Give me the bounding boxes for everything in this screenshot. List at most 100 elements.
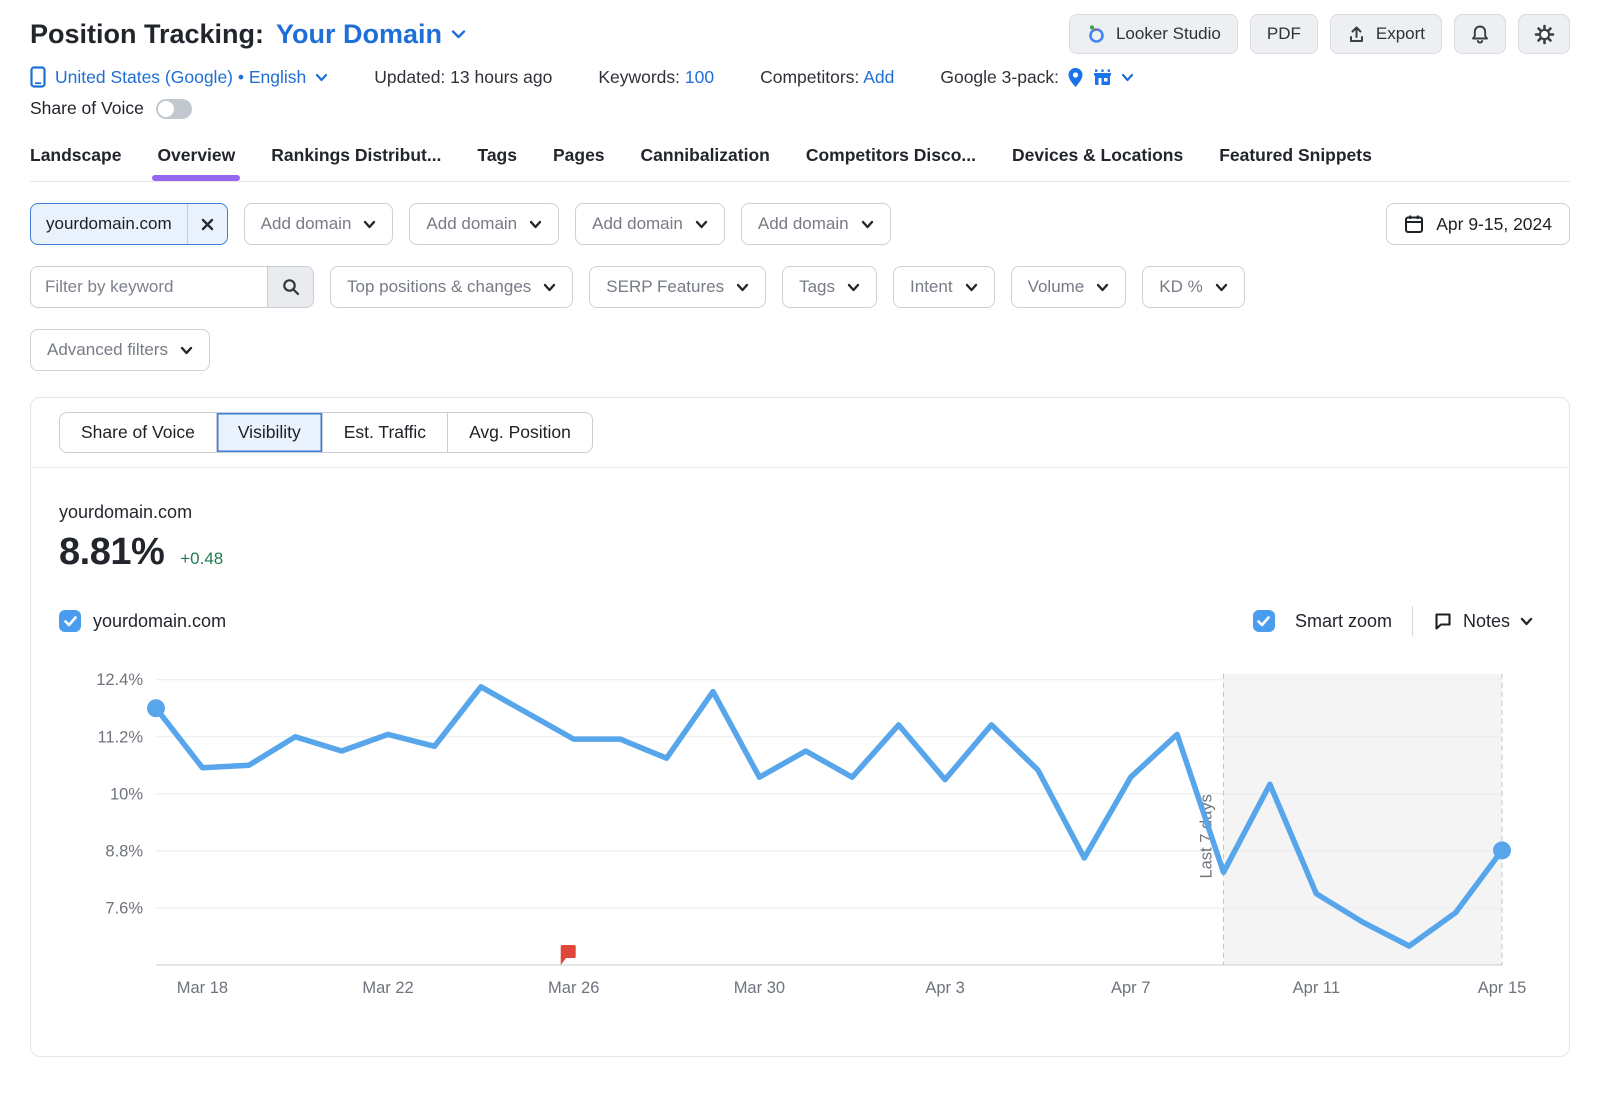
close-icon — [201, 218, 214, 231]
svg-text:Apr 15: Apr 15 — [1478, 979, 1527, 997]
notes-button[interactable]: Notes — [1433, 611, 1533, 632]
metric-tab-share-of-voice[interactable]: Share of Voice — [60, 413, 216, 452]
notifications-button[interactable] — [1454, 14, 1506, 54]
project-selector[interactable]: Your Domain — [276, 14, 466, 54]
keywords-count-link[interactable]: 100 — [685, 67, 714, 87]
smart-zoom-checkbox[interactable] — [1253, 610, 1275, 632]
location-pin-icon[interactable] — [1067, 67, 1084, 88]
chart-area: 12.4%11.2%10%8.8%7.6%Last 7 daysMar 18Ma… — [31, 636, 1569, 1005]
svg-text:12.4%: 12.4% — [96, 671, 143, 689]
tab-competitors-discovery[interactable]: Competitors Disco... — [806, 145, 976, 166]
gear-icon — [1534, 24, 1555, 45]
add-domain-button[interactable]: Add domain — [409, 203, 559, 245]
metric-tab-est-traffic[interactable]: Est. Traffic — [322, 413, 447, 452]
chevron-down-icon — [180, 346, 193, 355]
calendar-icon — [1404, 214, 1424, 234]
chevron-down-icon — [695, 220, 708, 229]
chevron-down-icon — [965, 283, 978, 292]
volume-dropdown[interactable]: Volume — [1011, 266, 1127, 308]
keyword-filter-input[interactable] — [31, 267, 267, 307]
export-icon — [1347, 25, 1366, 44]
svg-text:8.8%: 8.8% — [105, 842, 143, 860]
note-flag-icon — [1433, 611, 1453, 631]
note-marker — [561, 945, 576, 965]
local-pack-building-icon[interactable] — [1092, 68, 1113, 87]
kd-dropdown[interactable]: KD % — [1142, 266, 1244, 308]
main-tabs: Landscape Overview Rankings Distribut...… — [30, 145, 1570, 182]
domain-visibility-checkbox[interactable] — [59, 610, 81, 632]
chevron-down-icon — [529, 220, 542, 229]
tab-rankings-distribution[interactable]: Rankings Distribut... — [271, 145, 441, 166]
serp-features-dropdown[interactable]: SERP Features — [589, 266, 766, 308]
domains-filter-row: yourdomain.com Add domain Add domain Add… — [30, 203, 1570, 245]
pdf-button[interactable]: PDF — [1250, 14, 1318, 54]
keyword-search-button[interactable] — [267, 267, 313, 307]
notes-label: Notes — [1463, 611, 1510, 632]
chevron-down-icon — [1096, 283, 1109, 292]
project-name: Your Domain — [276, 14, 442, 54]
google-3pack-label: Google 3-pack: — [940, 67, 1059, 88]
tab-cannibalization[interactable]: Cannibalization — [641, 145, 770, 166]
remove-domain-button[interactable] — [187, 204, 227, 244]
chart-controls: Smart zoom Notes — [1253, 606, 1533, 636]
domain-chip-label: yourdomain.com — [31, 214, 187, 234]
tab-landscape[interactable]: Landscape — [30, 145, 121, 166]
top-positions-label: Top positions & changes — [347, 277, 531, 297]
svg-text:Apr 7: Apr 7 — [1111, 979, 1150, 997]
tab-overview[interactable]: Overview — [157, 145, 235, 166]
chevron-down-icon[interactable] — [1121, 73, 1134, 82]
visibility-summary: yourdomain.com 8.81% +0.48 — [31, 468, 1569, 574]
date-range-picker[interactable]: Apr 9-15, 2024 — [1386, 203, 1570, 245]
chevron-down-icon — [1215, 283, 1228, 292]
export-button[interactable]: Export — [1330, 14, 1442, 54]
svg-text:Mar 26: Mar 26 — [548, 979, 599, 997]
metric-tab-visibility[interactable]: Visibility — [216, 413, 322, 452]
page-title: Position Tracking: Your Domain — [30, 14, 466, 54]
smart-zoom-label: Smart zoom — [1295, 611, 1392, 632]
competitors-add-link[interactable]: Add — [863, 67, 894, 87]
tab-pages[interactable]: Pages — [553, 145, 605, 166]
tab-tags[interactable]: Tags — [477, 145, 517, 166]
chevron-down-icon — [847, 283, 860, 292]
serp-features-label: SERP Features — [606, 277, 724, 297]
chevron-down-icon — [543, 283, 556, 292]
advanced-filters-dropdown[interactable]: Advanced filters — [30, 329, 210, 371]
tags-dropdown[interactable]: Tags — [782, 266, 877, 308]
header: Position Tracking: Your Domain Looker St… — [30, 14, 1570, 54]
domain-chip[interactable]: yourdomain.com — [30, 203, 228, 245]
looker-studio-button[interactable]: Looker Studio — [1069, 14, 1238, 54]
chevron-down-icon — [315, 73, 328, 82]
chart-legend-row: yourdomain.com Smart zoom Notes — [31, 606, 1569, 636]
intent-dropdown[interactable]: Intent — [893, 266, 995, 308]
top-positions-dropdown[interactable]: Top positions & changes — [330, 266, 573, 308]
keywords-meta: Keywords: 100 — [598, 67, 714, 88]
share-of-voice-toggle[interactable] — [156, 99, 192, 119]
competitors-label: Competitors: — [760, 67, 859, 87]
chevron-down-icon — [451, 29, 466, 39]
add-domain-button[interactable]: Add domain — [741, 203, 891, 245]
svg-text:10%: 10% — [110, 785, 143, 803]
chevron-down-icon — [1520, 617, 1533, 626]
visibility-value: 8.81% — [59, 531, 164, 574]
volume-label: Volume — [1028, 277, 1085, 297]
svg-text:7.6%: 7.6% — [105, 899, 143, 917]
metric-tab-avg-position[interactable]: Avg. Position — [447, 413, 592, 452]
visibility-chart[interactable]: 12.4%11.2%10%8.8%7.6%Last 7 daysMar 18Ma… — [59, 652, 1542, 1000]
add-domain-button[interactable]: Add domain — [244, 203, 394, 245]
header-toolbar: Looker Studio PDF Export — [1069, 14, 1570, 54]
tab-devices-locations[interactable]: Devices & Locations — [1012, 145, 1183, 166]
divider — [1412, 606, 1413, 636]
chevron-down-icon — [363, 220, 376, 229]
add-domain-label: Add domain — [426, 214, 517, 234]
settings-button[interactable] — [1518, 14, 1570, 54]
share-of-voice-row: Share of Voice — [30, 98, 1570, 119]
add-domain-button[interactable]: Add domain — [575, 203, 725, 245]
summary-domain: yourdomain.com — [59, 502, 1541, 523]
advanced-filter-row: Advanced filters — [30, 329, 1570, 371]
check-icon — [1257, 616, 1270, 627]
looker-studio-label: Looker Studio — [1116, 24, 1221, 44]
tab-featured-snippets[interactable]: Featured Snippets — [1219, 145, 1372, 166]
svg-text:Apr 3: Apr 3 — [925, 979, 964, 997]
location-language-selector[interactable]: United States (Google) • English — [30, 66, 328, 88]
bell-icon — [1470, 24, 1490, 45]
